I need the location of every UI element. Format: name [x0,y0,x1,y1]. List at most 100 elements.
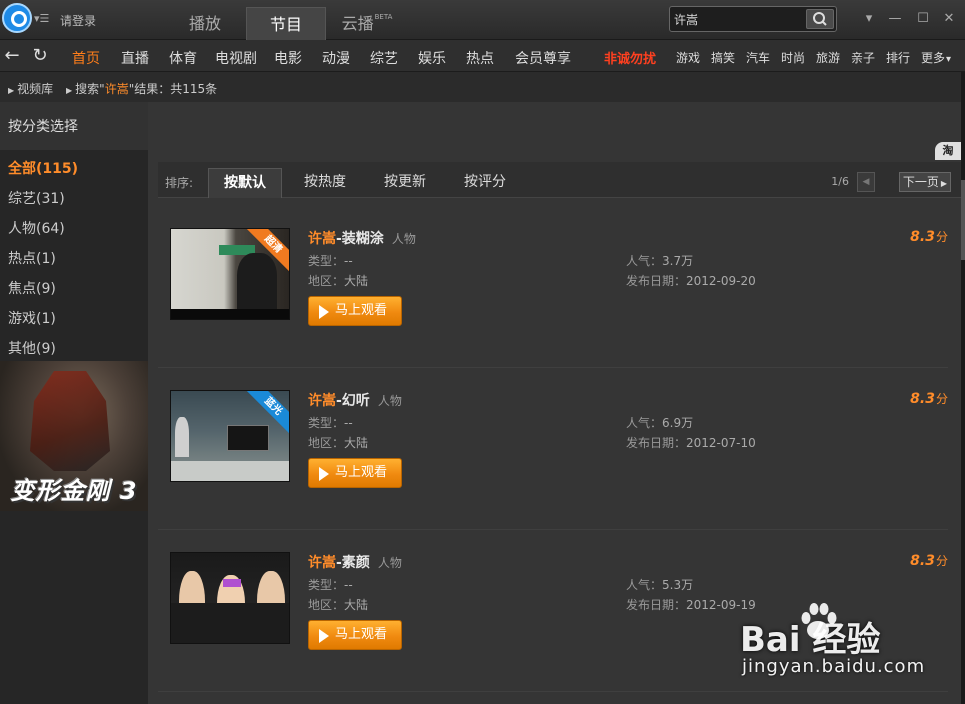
thumbnail-bed [171,461,289,481]
skin-dropdown-icon[interactable]: ▾ [860,10,878,28]
login-link[interactable]: 请登录 [60,12,96,29]
arrow-right-icon: ▶ [66,86,73,95]
sidebar-item-all[interactable]: 全部(115) [8,158,78,178]
result-tag: 人物 [391,232,416,246]
poster-robot-image [30,371,110,471]
thumbnail-caption-bar [171,309,289,319]
search-button[interactable] [806,9,834,29]
scrollbar[interactable] [961,72,965,704]
sidebar-item-hot[interactable]: 热点(1) [8,248,56,268]
result-release-date: 发布日期：2012-07-10 [626,436,756,450]
sidebar-item-focus[interactable]: 焦点(9) [8,278,56,298]
next-page-button[interactable]: 下一页 ▶ [899,172,951,192]
nav-parenting[interactable]: 亲子 [851,49,875,66]
ad-poster[interactable]: 变形金刚 3 [0,361,148,511]
result-region: 地区：大陆 [308,598,369,612]
paw-icon [801,603,837,639]
nav-tv[interactable]: 电视剧 [215,48,257,68]
sidebar-item-games[interactable]: 游戏(1) [8,308,56,328]
minimize-icon[interactable]: — [886,10,904,28]
sidebar-heading: 按分类选择 [0,102,148,150]
tab-play[interactable]: 播放 [165,7,245,40]
watch-now-button[interactable]: 马上观看 [308,620,402,650]
sort-bar: 排序: 按默认 按热度 按更新 按评分 1/6 ◀ 下一页 ▶ [158,162,963,198]
result-title[interactable]: 许嵩-素颜 人物 [308,552,402,572]
banner-area: 淘 [148,102,963,160]
result-item: 超清 许嵩-装糊涂 人物 类型：-- 地区：大陆 人气：3.7万 发布日期：201… [158,208,948,368]
nav-vip[interactable]: 会员尊享 [515,48,571,68]
nav-hot[interactable]: 热点 [466,48,494,68]
result-score: 8.3分 [910,391,948,407]
refresh-icon[interactable]: ↻ [30,46,50,66]
result-title[interactable]: 许嵩-幻听 人物 [308,390,402,410]
nav-ranking[interactable]: 排行 [886,49,910,66]
sidebar-item-other[interactable]: 其他(9) [8,338,56,358]
nav-entertainment[interactable]: 娱乐 [418,48,446,68]
watermark-url: jingyan.baidu.com [742,656,926,677]
maximize-icon[interactable]: ☐ [914,10,932,28]
result-type: 类型：-- [308,254,353,268]
sort-popularity-tab[interactable]: 按热度 [288,168,362,198]
chevron-left-icon: ◀ [862,177,870,187]
category-sidebar: 按分类选择 全部(115) 综艺(31) 人物(64) 热点(1) 焦点(9) … [0,102,148,704]
result-tag: 人物 [377,394,402,408]
baidu-watermark: Bai 经验 jingyan.baidu.com [740,600,960,684]
nav-cars[interactable]: 汽车 [746,49,770,66]
page-info: 1/6 [831,175,849,188]
nav-fashion[interactable]: 时尚 [781,49,805,66]
result-popularity: 人气：3.7万 [626,254,694,268]
nav-home[interactable]: 首页 [72,48,100,68]
nav-if-you-are-the-one[interactable]: 非诚勿扰 [604,48,656,67]
watch-now-button[interactable]: 马上观看 [308,296,402,326]
result-title[interactable]: 许嵩-装糊涂 人物 [308,228,416,248]
sidebar-item-variety[interactable]: 综艺(31) [8,188,65,208]
pptv-logo-icon[interactable] [2,3,32,33]
scrollbar-thumb[interactable] [961,180,965,260]
nav-sports[interactable]: 体育 [169,48,197,68]
result-popularity: 人气：6.9万 [626,416,694,430]
result-score: 8.3分 [910,553,948,569]
thumbnail-person [175,417,189,457]
breadcrumb-library[interactable]: ▶ 视频库 [8,80,53,97]
result-thumbnail[interactable] [170,552,290,644]
thumbnail-title-badge [223,579,241,587]
sort-rating-tab[interactable]: 按评分 [448,168,522,198]
pager: 1/6 ◀ 下一页 ▶ [831,172,951,192]
sort-updated-tab[interactable]: 按更新 [368,168,442,198]
nav-games[interactable]: 游戏 [676,49,700,66]
nav-travel[interactable]: 旅游 [816,49,840,66]
menu-icon[interactable]: ▾☰ [34,12,49,25]
prev-page-button[interactable]: ◀ [857,172,875,192]
nav-more[interactable]: 更多▾ [921,49,951,66]
nav-funny[interactable]: 搞笑 [711,49,735,66]
result-region: 地区：大陆 [308,436,369,450]
tab-program[interactable]: 节目 [246,7,326,40]
sort-default-tab[interactable]: 按默认 [208,168,282,198]
close-icon[interactable]: ✕ [940,10,958,28]
result-release-date: 发布日期：2012-09-20 [626,274,756,288]
result-tag: 人物 [377,556,402,570]
result-popularity: 人气：5.3万 [626,578,694,592]
chevron-down-icon: ▾ [946,54,952,65]
nav-live[interactable]: 直播 [121,48,149,68]
search-input[interactable] [674,10,804,28]
sort-label: 排序: [165,176,194,190]
thumbnail-person [237,253,277,309]
title-bar: ▾☰ 请登录 播放 节目 云播BETA ▾ — ☐ ✕ [0,0,965,40]
category-nav: ← ↻ 首页 直播 体育 电视剧 电影 动漫 综艺 娱乐 热点 会员尊享 非诚勿… [0,40,965,72]
tab-cloud[interactable]: 云播BETA [327,7,407,40]
back-icon[interactable]: ← [2,46,22,66]
result-region: 地区：大陆 [308,274,369,288]
result-thumbnail[interactable]: 超清 [170,228,290,320]
watch-now-button[interactable]: 马上观看 [308,458,402,488]
breadcrumb: ▶ 视频库 ▶ 搜索"许嵩"结果：共115条 [0,72,965,102]
taobao-badge[interactable]: 淘 [935,142,961,160]
sidebar-item-people[interactable]: 人物(64) [8,218,65,238]
nav-anime[interactable]: 动漫 [322,48,350,68]
result-score: 8.3分 [910,229,948,245]
nav-variety[interactable]: 综艺 [370,48,398,68]
nav-movie[interactable]: 电影 [274,48,302,68]
result-thumbnail[interactable]: 蓝光 [170,390,290,482]
result-release-date: 发布日期：2012-09-19 [626,598,756,612]
chevron-right-icon: ▶ [940,179,948,188]
